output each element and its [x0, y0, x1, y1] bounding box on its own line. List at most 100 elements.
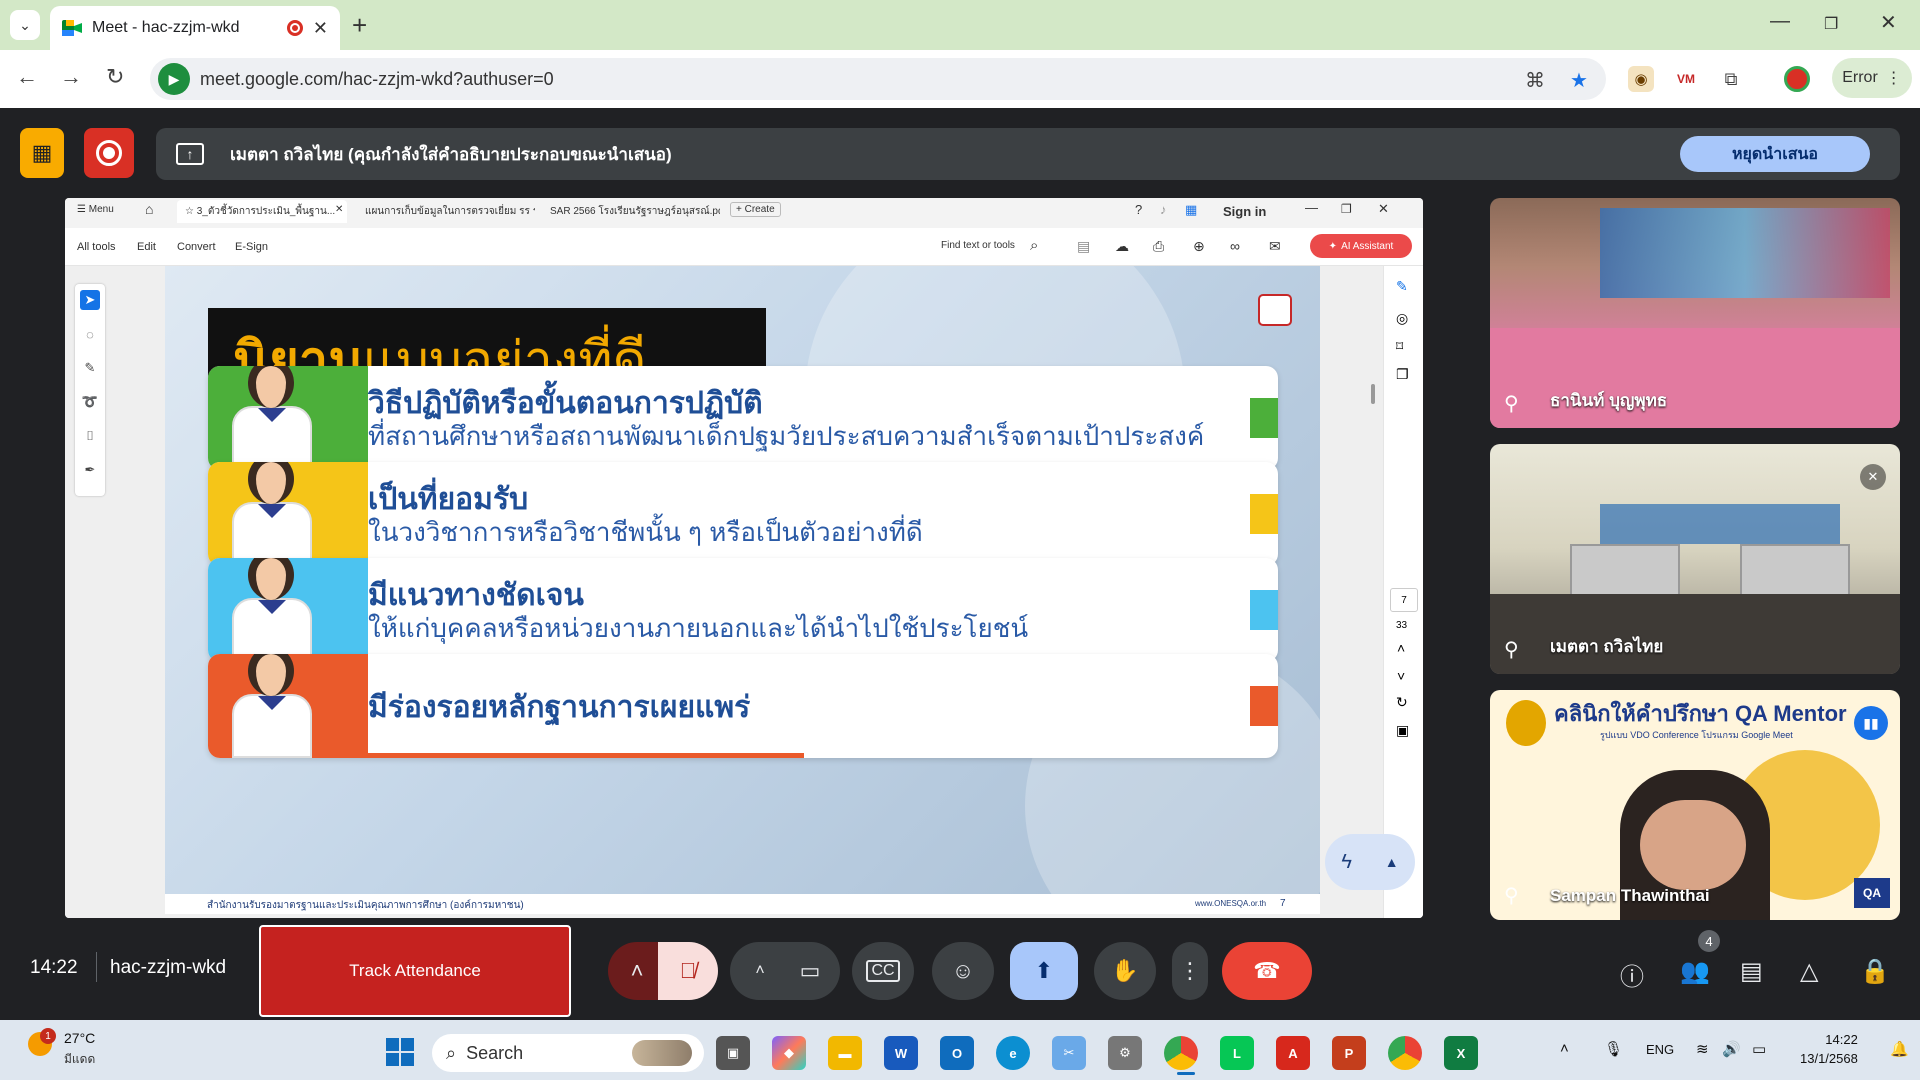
annotation-toggle-icon[interactable]: ▦	[20, 128, 64, 178]
pdf-restore-icon[interactable]: ❐	[1341, 202, 1352, 216]
back-arrow-icon[interactable]: ←	[16, 64, 38, 90]
participant-tile[interactable]: คลินิกให้คำปรึกษา QA Mentor รูปแบบ VDO C…	[1490, 690, 1900, 920]
print-icon[interactable]: ⎙	[1153, 238, 1164, 255]
quick-action-button[interactable]: ϟ ▲	[1325, 834, 1415, 890]
pdf-tab-close-icon[interactable]: ✕	[335, 204, 343, 215]
task-view-icon[interactable]: ▣	[716, 1036, 750, 1070]
pages-icon[interactable]: ❐	[1396, 366, 1409, 383]
translate-icon[interactable]: ⌘	[1525, 68, 1545, 93]
microphone-icon[interactable]: 🎙	[1604, 1040, 1623, 1058]
comment-icon[interactable]: ◌	[80, 324, 100, 344]
camera-button[interactable]: ▭	[780, 942, 840, 1000]
sign-in-button[interactable]: Sign in	[1223, 204, 1266, 219]
pdf-create-button[interactable]: + Create	[730, 202, 781, 217]
copilot-icon[interactable]: ◆	[772, 1036, 806, 1070]
activities-icon[interactable]: △	[1800, 957, 1818, 986]
pen-icon[interactable]: ✎	[80, 358, 100, 378]
browser-tab-meet[interactable]: Meet - hac-zzjm-wkd ✕	[50, 6, 340, 50]
excel-icon[interactable]: X	[1444, 1036, 1478, 1070]
record-button[interactable]	[84, 128, 134, 178]
all-tools-menu[interactable]: All tools	[77, 241, 116, 253]
pdf-tab-active[interactable]: ☆ 3_ตัวชี้วัดการประเมิน_พื้นฐาน...	[177, 200, 347, 223]
help-icon[interactable]: ?	[1135, 202, 1142, 217]
stamp-icon[interactable]: ✒	[80, 460, 100, 480]
edit-menu[interactable]: Edit	[137, 241, 156, 253]
edit-pdf-icon[interactable]: ✎	[1396, 278, 1408, 295]
volume-icon[interactable]: 🔊	[1722, 1040, 1741, 1058]
share-icon[interactable]: ⊕	[1193, 238, 1205, 255]
esign-menu[interactable]: E-Sign	[235, 241, 268, 253]
windows-start-icon[interactable]	[386, 1038, 414, 1066]
forward-arrow-icon[interactable]: →	[60, 64, 82, 90]
word-icon[interactable]: W	[884, 1036, 918, 1070]
tab-search-chevron-icon[interactable]: ⌄	[10, 10, 40, 40]
reactions-button[interactable]: ☺	[932, 942, 994, 1000]
page-up-icon[interactable]: ˄	[1397, 640, 1405, 656]
find-tools-search[interactable]: Find text or tools	[941, 240, 1015, 251]
pin-icon[interactable]: ⚲	[1504, 391, 1519, 416]
profile-avatar-icon[interactable]	[1784, 66, 1810, 92]
powerpoint-icon[interactable]: P	[1332, 1036, 1366, 1070]
rotate-icon[interactable]: ↻	[1396, 694, 1408, 711]
apps-grid-icon[interactable]: ▦	[1185, 202, 1197, 218]
wifi-icon[interactable]: ≋	[1696, 1040, 1709, 1058]
pdf-tab-2[interactable]: แผนการเก็บข้อมูลในการตรวจเยี่ยม รร ร...	[365, 204, 535, 219]
file-explorer-icon[interactable]: ▬	[828, 1036, 862, 1070]
save-icon[interactable]: ▤	[1077, 238, 1090, 255]
page-number-input[interactable]: 7	[1390, 588, 1418, 612]
stop-presenting-button[interactable]: หยุดนำเสนอ	[1680, 136, 1870, 172]
reload-icon[interactable]: ↻	[106, 64, 124, 90]
present-screen-button[interactable]: ⬆	[1010, 942, 1078, 1000]
pdf-close-icon[interactable]: ✕	[1378, 201, 1389, 217]
chrome-icon[interactable]	[1164, 1036, 1198, 1070]
bookmark-star-icon[interactable]: ★	[1570, 68, 1588, 93]
comment-bubble-icon[interactable]: ◎	[1396, 310, 1408, 327]
search-icon[interactable]: ⌕	[1030, 237, 1038, 254]
weather-temperature[interactable]: 27°C	[64, 1030, 95, 1046]
extensions-puzzle-icon[interactable]: ⧉	[1718, 66, 1744, 92]
window-close-icon[interactable]: ✕	[1880, 10, 1897, 35]
mic-off-button[interactable]: 🎙̸	[658, 942, 718, 1000]
meeting-info-icon[interactable]: ⓘ	[1620, 957, 1644, 992]
bell-icon[interactable]: ♪	[1160, 202, 1167, 217]
outlook-icon[interactable]: O	[940, 1036, 974, 1070]
pdf-scrollbar-thumb[interactable]	[1371, 384, 1375, 404]
leave-call-button[interactable]: ☎	[1222, 942, 1312, 1000]
ai-assistant-button[interactable]: ✦ AI Assistant	[1310, 234, 1412, 258]
captions-button[interactable]: CC	[852, 942, 914, 1000]
tab-close-icon[interactable]: ✕	[313, 18, 328, 39]
pdf-tab-3[interactable]: SAR 2566 โรงเรียนรัฐราษฎร์อนุสรณ์.pdf	[550, 204, 720, 219]
chrome-profile-icon[interactable]	[1388, 1036, 1422, 1070]
acrobat-icon[interactable]: A	[1276, 1036, 1310, 1070]
new-tab-plus-icon[interactable]: +	[352, 10, 367, 41]
snipping-tool-icon[interactable]: ✂	[1052, 1036, 1086, 1070]
extension-vm-icon[interactable]: VM	[1673, 66, 1699, 92]
input-language[interactable]: ENG	[1646, 1042, 1674, 1057]
people-icon[interactable]: 👥	[1680, 957, 1710, 986]
upload-cloud-icon[interactable]: ☁	[1115, 238, 1129, 255]
email-icon[interactable]: ✉	[1269, 238, 1281, 255]
pin-icon[interactable]: ⚲	[1504, 637, 1519, 662]
convert-menu[interactable]: Convert	[177, 241, 216, 253]
tray-overflow-chevron-icon[interactable]: ˄	[1560, 1040, 1569, 1057]
edge-icon[interactable]: e	[996, 1036, 1030, 1070]
profile-error-button[interactable]: Error ⋮	[1832, 58, 1912, 98]
extension-owl-icon[interactable]: ◉	[1628, 66, 1654, 92]
restore-icon[interactable]: ❐	[1824, 14, 1838, 34]
notification-bell-icon[interactable]: 🔔	[1890, 1040, 1909, 1058]
home-icon[interactable]: ⌂	[145, 201, 153, 217]
line-icon[interactable]: L	[1220, 1036, 1254, 1070]
save-page-icon[interactable]: ▣	[1396, 722, 1409, 739]
site-camera-icon[interactable]: ▶	[158, 63, 190, 95]
link-icon[interactable]: ∞	[1230, 238, 1240, 254]
bookmark-icon[interactable]: ⌑	[1396, 338, 1403, 355]
track-attendance-button[interactable]: Track Attendance	[259, 925, 571, 1017]
lasso-icon[interactable]: ➰	[80, 392, 100, 412]
minimize-icon[interactable]: —	[1770, 10, 1790, 33]
participant-tile[interactable]: ✕ ⚲ เมตตา ถวิลไทย	[1490, 444, 1900, 674]
text-box-icon[interactable]: ⌷	[80, 426, 100, 446]
page-down-icon[interactable]: ˅	[1397, 668, 1405, 684]
chat-icon[interactable]: ▤	[1740, 957, 1763, 986]
taskbar-search-box[interactable]: ⌕ Search	[432, 1034, 704, 1072]
raise-hand-button[interactable]: ✋	[1094, 942, 1156, 1000]
